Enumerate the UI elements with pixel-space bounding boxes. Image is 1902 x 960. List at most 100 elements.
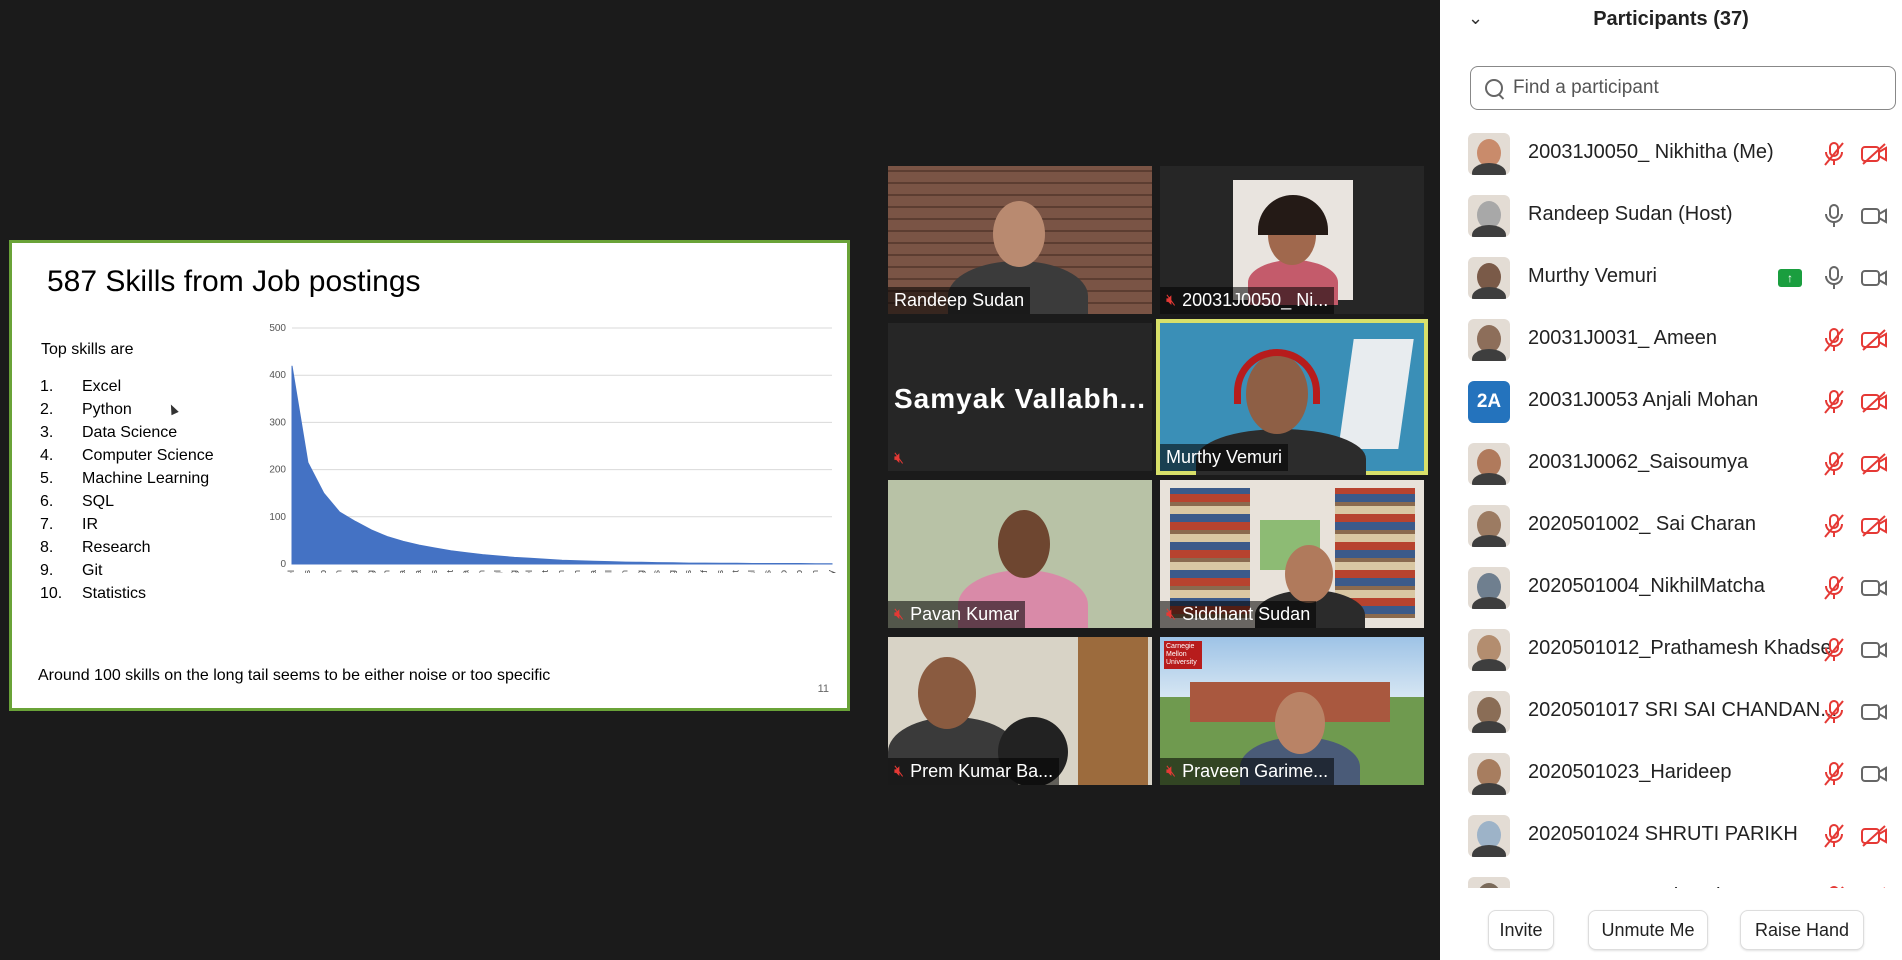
raise-hand-button[interactable]: Raise Hand: [1740, 910, 1864, 950]
x-tick-label: sharepoint: [540, 570, 551, 573]
participant-name: 20031J0062_Saisoumya: [1528, 451, 1749, 473]
video-tile[interactable]: Samyak Vallabh... 🔇︎: [888, 323, 1152, 471]
panel-title: Participants (37): [1593, 8, 1749, 30]
x-tick-label: unixshell: [604, 570, 615, 573]
skill-label: Git: [82, 562, 103, 579]
x-tick-label: googlecloudplatf: [699, 570, 710, 573]
y-tick-label: 500: [269, 323, 286, 334]
skill-rank: 3.: [40, 424, 54, 441]
search-input[interactable]: [1511, 76, 1875, 100]
x-tick-label: map: [318, 570, 329, 573]
y-tick-label: 300: [269, 417, 286, 428]
avatar: [1468, 567, 1510, 609]
invite-button[interactable]: Invite: [1488, 910, 1554, 950]
participant-row[interactable]: 2020501024 SHRUTI PARIKH: [1440, 805, 1902, 867]
participants-panel: Participants (37) ⌄ 20031J0050_ Nikhitha…: [1440, 0, 1902, 960]
participant-row[interactable]: Randeep Sudan (Host): [1440, 185, 1902, 247]
avatar: [1468, 815, 1510, 857]
participant-row[interactable]: 2020501025_Ashwath: [1440, 867, 1902, 888]
participant-row[interactable]: 20031J0062_Saisoumya: [1440, 433, 1902, 495]
participant-row[interactable]: 2020501017 SRI SAI CHANDAN...: [1440, 681, 1902, 743]
participant-row[interactable]: 2020501012_Prathamesh Khadse: [1440, 619, 1902, 681]
skill-list-item: 10. Statistics: [40, 585, 214, 608]
mic-muted-icon[interactable]: [1823, 637, 1845, 663]
video-off-icon[interactable]: [1860, 825, 1888, 847]
x-tick-label: googlescript: [731, 570, 742, 573]
video-off-icon[interactable]: [1860, 887, 1888, 888]
video-camera-icon[interactable]: [1860, 639, 1888, 661]
slide-title: 587 Skills from Job postings: [47, 265, 421, 298]
participant-name: 20031J0053 Anjali Mohan: [1528, 389, 1759, 411]
video-tile[interactable]: 🔇︎ Siddhant Sudan: [1160, 480, 1424, 628]
mic-muted-icon[interactable]: [1823, 699, 1845, 725]
video-off-icon[interactable]: [1860, 515, 1888, 537]
avatar: 2A: [1468, 381, 1510, 423]
mic-muted-icon[interactable]: [1823, 823, 1845, 849]
video-camera-icon[interactable]: [1860, 763, 1888, 785]
participant-name: 2020501002_ Sai Charan: [1528, 513, 1756, 535]
skill-label: Computer Science: [82, 447, 214, 464]
video-camera-icon[interactable]: [1860, 205, 1888, 227]
mic-muted-icon: 🔇︎: [1166, 762, 1177, 780]
participant-row[interactable]: 20031J0031_ Ameen: [1440, 309, 1902, 371]
mic-muted-icon[interactable]: [1823, 575, 1845, 601]
participant-row[interactable]: 2020501004_NikhilMatcha: [1440, 557, 1902, 619]
x-tick-label: statisticalinferen: [556, 570, 567, 573]
microphone-icon[interactable]: [1823, 265, 1845, 291]
mic-muted-icon[interactable]: [1823, 141, 1845, 167]
skill-list-item: 7. IR: [40, 516, 214, 539]
skill-frequency-area: [291, 365, 833, 565]
video-off-icon[interactable]: [1860, 453, 1888, 475]
participant-row[interactable]: 20031J0050_ Nikhitha (Me): [1440, 123, 1902, 185]
microphone-icon[interactable]: [1823, 203, 1845, 229]
video-tile-active-speaker[interactable]: Murthy Vemuri: [1156, 319, 1428, 475]
video-tile[interactable]: 🔇︎ Pavan Kumar: [888, 480, 1152, 628]
video-camera-icon[interactable]: [1860, 701, 1888, 723]
avatar: [1468, 505, 1510, 547]
unmute-me-button[interactable]: Unmute Me: [1588, 910, 1708, 950]
participant-search[interactable]: [1470, 66, 1896, 110]
skills-list: 1. Excel 2. Python 3. Data Science 4. Computer …: [40, 378, 214, 608]
x-tick-label: elasticsearch: [572, 570, 583, 573]
avatar: [1468, 691, 1510, 733]
mic-muted-icon[interactable]: [1823, 389, 1845, 415]
video-tile[interactable]: 🔇︎ Prem Kumar Ba...: [888, 637, 1152, 785]
video-camera-icon[interactable]: [1860, 267, 1888, 289]
video-off-icon[interactable]: [1860, 329, 1888, 351]
video-off-icon[interactable]: [1860, 391, 1888, 413]
video-tile[interactable]: Carnegie Mellon University 🔇︎ Praveen Gar…: [1160, 637, 1424, 785]
video-tile[interactable]: 🔇︎ 20031J0050_ Ni...: [1160, 166, 1424, 314]
mic-muted-icon[interactable]: [1823, 761, 1845, 787]
tile-name-label: 🔇︎: [888, 447, 910, 471]
participant-name: Randeep Sudan (Host): [1528, 203, 1733, 225]
video-camera-icon[interactable]: [1860, 577, 1888, 599]
participant-row[interactable]: Murthy Vemuri ↑: [1440, 247, 1902, 309]
skill-rank: 7.: [40, 516, 54, 533]
participant-row[interactable]: 2020501023_Harideep: [1440, 743, 1902, 805]
x-tick-label: datacollection: [334, 570, 345, 573]
mic-muted-icon[interactable]: [1823, 513, 1845, 539]
participant-name: 20031J0050_ Nikhitha (Me): [1528, 141, 1774, 163]
skill-label: Machine Learning: [82, 470, 210, 487]
video-off-icon[interactable]: [1860, 143, 1888, 165]
slide-footer-text: Around 100 skills on the long tail seems…: [38, 667, 551, 684]
y-tick-label: 0: [280, 559, 286, 570]
skills-frequency-chart: 500 400 300 200 100 0excel algorithms map dataco…: [269, 323, 837, 573]
participant-row[interactable]: 2020501002_ Sai Charan: [1440, 495, 1902, 557]
mic-muted-icon[interactable]: [1823, 885, 1845, 888]
skill-rank: 1.: [40, 378, 54, 395]
skill-label: Data Science: [82, 424, 178, 441]
top-skills-label: Top skills are: [41, 341, 134, 358]
participant-name: 2020501012_Prathamesh Khadse: [1528, 637, 1832, 659]
chevron-down-icon[interactable]: ⌄: [1468, 8, 1483, 29]
mic-muted-icon[interactable]: [1823, 327, 1845, 353]
participant-row[interactable]: 2A 20031J0053 Anjali Mohan: [1440, 371, 1902, 433]
mic-muted-icon: 🔇︎: [894, 605, 905, 623]
x-tick-label: webscraping: [508, 570, 519, 573]
video-tile[interactable]: Randeep Sudan: [888, 166, 1152, 314]
skill-rank: 8.: [40, 539, 54, 556]
participant-list[interactable]: 20031J0050_ Nikhitha (Me) Randeep Sudan (…: [1440, 123, 1902, 888]
panel-header: Participants (37) ⌄: [1440, 0, 1902, 44]
mic-muted-icon[interactable]: [1823, 451, 1845, 477]
x-tick-label: ued: [350, 570, 361, 573]
